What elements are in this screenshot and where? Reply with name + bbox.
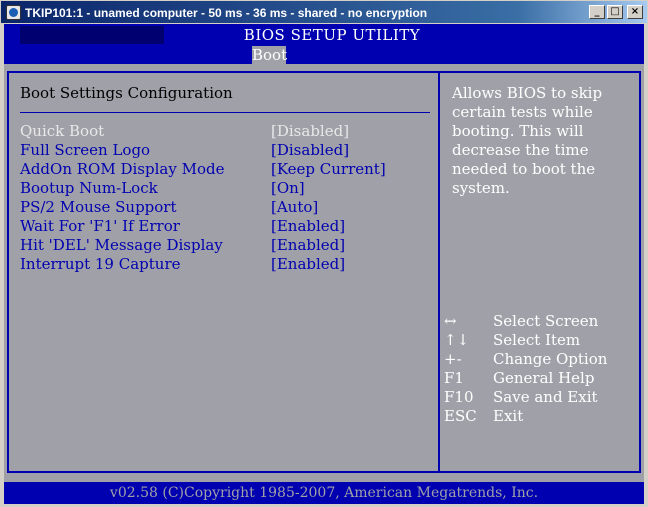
setting-bootup-num-lock[interactable]: Bootup Num-Lock [On]: [20, 179, 430, 198]
setting-value[interactable]: [Disabled]: [271, 122, 349, 141]
help-line: certain tests while: [452, 103, 593, 121]
setting-label: PS/2 Mouse Support: [20, 198, 177, 216]
setting-value[interactable]: [Disabled]: [271, 141, 349, 160]
setting-label: AddOn ROM Display Mode: [20, 160, 225, 178]
key-desc: Select Screen: [493, 312, 599, 330]
window-controls: _ □ ×: [589, 5, 643, 19]
key-desc: Exit: [493, 407, 524, 425]
setting-value[interactable]: [Enabled]: [271, 255, 345, 274]
setting-label: Wait For 'F1' If Error: [20, 217, 180, 235]
tab-bar: Boot: [4, 46, 644, 64]
bios-screen[interactable]: BIOS SETUP UTILITY Boot Boot Settings Co…: [4, 24, 644, 504]
settings-list: Quick Boot [Disabled] Full Screen Logo […: [20, 122, 430, 274]
setting-value[interactable]: [Auto]: [271, 198, 318, 217]
help-text: Allows BIOS to skip certain tests while …: [452, 84, 632, 198]
setting-full-screen-logo[interactable]: Full Screen Logo [Disabled]: [20, 141, 430, 160]
setting-wait-for-f1[interactable]: Wait For 'F1' If Error [Enabled]: [20, 217, 430, 236]
setting-value[interactable]: [On]: [271, 179, 305, 198]
maximize-button[interactable]: □: [607, 5, 623, 19]
setting-value[interactable]: [Enabled]: [271, 217, 345, 236]
key-name: ESC: [444, 407, 477, 425]
key-name: +-: [444, 350, 462, 368]
up-down-arrows-icon: ↑↓: [444, 331, 470, 349]
key-select-item: ↑↓ Select Item: [444, 331, 634, 350]
section-rule: [20, 112, 430, 113]
setting-value[interactable]: [Enabled]: [271, 236, 345, 255]
help-line: system.: [452, 179, 510, 197]
window-title: TKIP101:1 - unamed computer - 50 ms - 36…: [25, 6, 428, 20]
help-line: decrease the time: [452, 141, 589, 159]
section-title: Boot Settings Configuration: [20, 84, 233, 102]
setting-label: Full Screen Logo: [20, 141, 151, 159]
key-save-exit: F10 Save and Exit: [444, 388, 634, 407]
setting-interrupt-19-capture[interactable]: Interrupt 19 Capture [Enabled]: [20, 255, 430, 274]
key-general-help: F1 General Help: [444, 369, 634, 388]
setting-ps2-mouse-support[interactable]: PS/2 Mouse Support [Auto]: [20, 198, 430, 217]
key-desc: Change Option: [493, 350, 608, 368]
key-desc: Save and Exit: [493, 388, 598, 406]
key-name: F1: [444, 369, 464, 387]
setting-addon-rom-display-mode[interactable]: AddOn ROM Display Mode [Keep Current]: [20, 160, 430, 179]
setting-label: Quick Boot: [20, 122, 105, 140]
setting-value[interactable]: [Keep Current]: [271, 160, 386, 179]
setting-label: Bootup Num-Lock: [20, 179, 158, 197]
key-legend: ↔ Select Screen ↑↓ Select Item +- Change…: [444, 312, 634, 426]
minimize-button[interactable]: _: [589, 5, 605, 19]
left-right-arrows-icon: ↔: [444, 312, 457, 330]
close-button[interactable]: ×: [627, 5, 643, 19]
help-line: Allows BIOS to skip: [452, 84, 603, 102]
help-line: booting. This will: [452, 122, 584, 140]
tab-boot[interactable]: Boot: [252, 46, 287, 64]
setting-quick-boot[interactable]: Quick Boot [Disabled]: [20, 122, 430, 141]
setting-hit-del-message[interactable]: Hit 'DEL' Message Display [Enabled]: [20, 236, 430, 255]
panel-divider: [438, 71, 440, 473]
key-select-screen: ↔ Select Screen: [444, 312, 634, 331]
app-icon: [6, 5, 21, 20]
key-change-option: +- Change Option: [444, 350, 634, 369]
key-desc: General Help: [493, 369, 595, 387]
bios-header: BIOS SETUP UTILITY: [4, 24, 644, 46]
setting-label: Interrupt 19 Capture: [20, 255, 181, 273]
key-name: F10: [444, 388, 474, 406]
window-titlebar[interactable]: TKIP101:1 - unamed computer - 50 ms - 36…: [0, 0, 648, 24]
bios-title: BIOS SETUP UTILITY: [243, 26, 421, 44]
help-line: needed to boot the: [452, 160, 596, 178]
copyright-footer: v02.58 (C)Copyright 1985-2007, American …: [4, 482, 644, 504]
setting-label: Hit 'DEL' Message Display: [20, 236, 223, 254]
key-desc: Select Item: [493, 331, 581, 349]
key-exit: ESC Exit: [444, 407, 634, 426]
